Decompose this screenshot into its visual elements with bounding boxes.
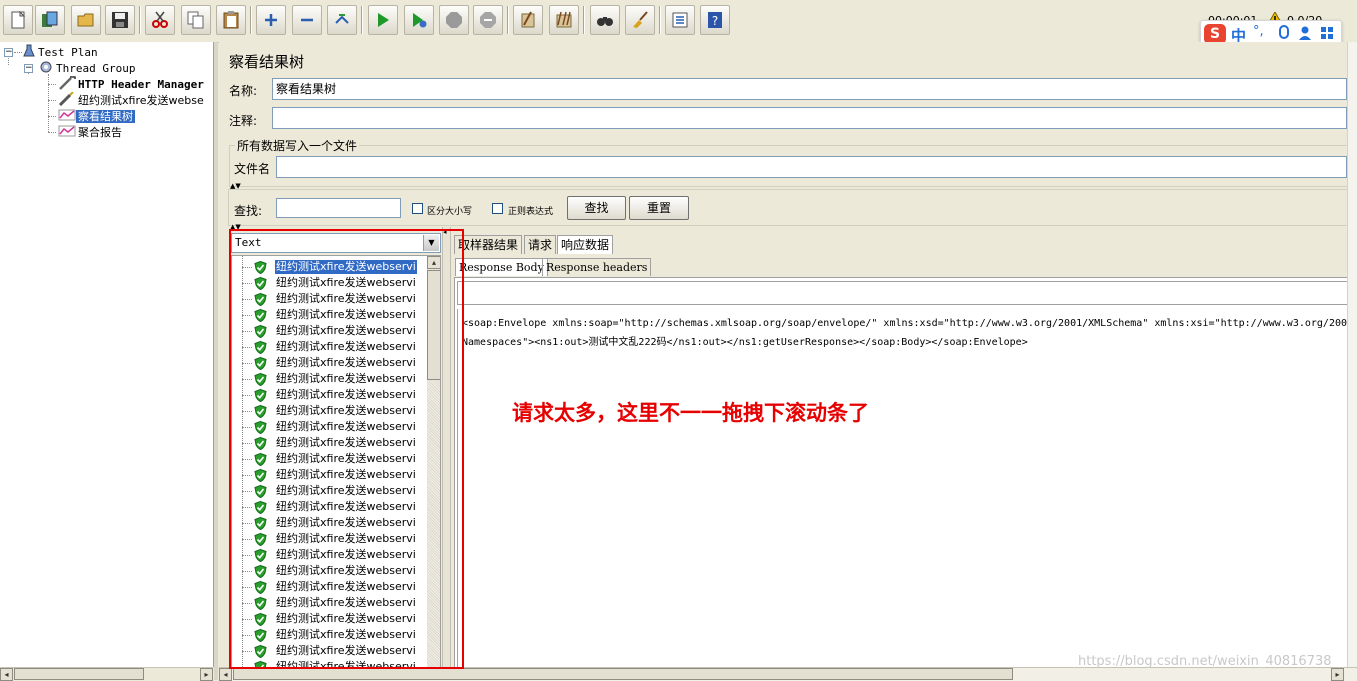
templates-icon[interactable] (35, 5, 65, 35)
help-icon[interactable]: ? (700, 5, 730, 35)
svg-text:?: ? (712, 14, 718, 28)
tree-item-aggregate-report[interactable]: 聚合报告 (58, 124, 124, 140)
scroll-left-button[interactable]: ◂ (0, 668, 13, 681)
tab-sampler-result[interactable]: 取样器结果 (454, 235, 523, 254)
name-label: 名称: (229, 84, 258, 98)
listener-chart-icon (58, 125, 76, 137)
reset-search-icon[interactable] (625, 5, 655, 35)
file-groupbox-legend: 所有数据写入一个文件 (235, 137, 360, 154)
tree-item-http-sampler[interactable]: 纽约测试xfire发送webse (58, 91, 206, 108)
search-label: 查找: (234, 204, 263, 218)
function-helper-icon[interactable] (665, 5, 695, 35)
sogou-logo-icon[interactable]: S (1204, 24, 1226, 44)
paste-icon[interactable] (216, 5, 246, 35)
shutdown-icon[interactable] (473, 5, 503, 35)
main-horizontal-scrollbar[interactable]: ◂ ▸ (219, 667, 1357, 681)
tree-item-label: 察看结果树 (76, 110, 135, 123)
wrench-icon (59, 76, 76, 90)
tree-item-label: 纽约测试xfire发送webse (78, 94, 204, 107)
copy-icon[interactable] (181, 5, 211, 35)
clear-all-icon[interactable] (549, 5, 579, 35)
tree-horizontal-scrollbar[interactable]: ◂ ▸ (0, 667, 213, 681)
tree-collapse-thread-group[interactable]: − (24, 64, 33, 73)
annotation-note: 请求太多，这里不一一拖拽下滚动条了 (512, 401, 869, 425)
response-toolbar (457, 281, 1357, 305)
main-vertical-scrollbar[interactable] (1347, 42, 1357, 680)
tab-request[interactable]: 请求 (524, 235, 557, 254)
tree-item-header-manager[interactable]: HTTP Header Manager (58, 76, 206, 92)
new-icon[interactable] (3, 5, 33, 35)
open-icon[interactable] (71, 5, 101, 35)
user-icon[interactable] (1299, 26, 1311, 40)
tree-item-label: 聚合报告 (78, 126, 122, 139)
tree-item-thread-group[interactable]: Thread Group (38, 60, 137, 76)
tree-item-label: HTTP Header Manager (78, 78, 204, 91)
clear-icon[interactable] (513, 5, 543, 35)
start-no-pause-icon[interactable] (404, 5, 434, 35)
test-plan-tree: − Test Plan − Thread Group HTTP Header M… (0, 42, 214, 667)
grid-icon[interactable] (1321, 27, 1333, 39)
start-icon[interactable] (368, 5, 398, 35)
regex-checkbox[interactable] (492, 203, 503, 214)
test-plan-icon (23, 44, 35, 57)
scroll-thumb[interactable] (14, 668, 144, 680)
tab-response-data[interactable]: 响应数据 (557, 235, 614, 254)
pen-icon (58, 91, 74, 107)
cut-icon[interactable] (145, 5, 175, 35)
case-sensitive-label: 区分大小写 (427, 207, 473, 217)
toolbar: ? 00:00:01 0 0/20 (0, 0, 1357, 43)
tree-item-label: Test Plan (38, 46, 98, 59)
tree-collapse-test-plan[interactable]: − (4, 48, 13, 57)
search-input[interactable] (276, 198, 401, 218)
reset-button[interactable]: 重置 (629, 196, 689, 220)
page-title: 察看结果树 (229, 53, 305, 71)
tab-response-body[interactable]: Response Body (455, 258, 548, 276)
response-data-panel: <soap:Envelope xmlns:soap="http://schema… (454, 277, 1357, 680)
scroll-right-button[interactable]: ▸ (1331, 668, 1344, 681)
watermark: https://blog.csdn.net/weixin_40816738 (1078, 654, 1332, 669)
scroll-left-button[interactable]: ◂ (219, 668, 232, 681)
search-icon[interactable] (590, 5, 620, 35)
save-icon[interactable] (105, 5, 135, 35)
response-line: <soap:Envelope xmlns:soap="http://schema… (462, 318, 1354, 329)
expand-icon[interactable] (256, 5, 286, 35)
listener-chart-icon (58, 109, 76, 121)
comment-field[interactable] (272, 107, 1347, 129)
toggle-icon[interactable] (327, 5, 357, 35)
stop-icon[interactable] (439, 5, 469, 35)
splitter[interactable] (214, 42, 218, 680)
tree-item-test-plan[interactable]: Test Plan (22, 44, 100, 60)
collapse-icon[interactable] (292, 5, 322, 35)
tree-item-view-results-tree[interactable]: 察看结果树 (58, 108, 135, 124)
response-line: Namespaces"><ns1:out>测试中文乱222码</ns1:out>… (462, 337, 1028, 348)
filename-field[interactable] (276, 156, 1347, 178)
tab-response-headers[interactable]: Response headers (542, 258, 652, 276)
gear-icon (40, 61, 52, 73)
ime-punctuation[interactable]: °, (1253, 24, 1264, 39)
filename-label: 文件名 (234, 162, 271, 176)
regex-label: 正则表达式 (508, 207, 554, 217)
scroll-right-button[interactable]: ▸ (200, 668, 213, 681)
find-button[interactable]: 查找 (567, 196, 626, 220)
microphone-icon[interactable] (1279, 25, 1289, 39)
scroll-thumb[interactable] (233, 668, 1013, 680)
name-field[interactable]: 察看结果树 (272, 78, 1347, 100)
comment-label: 注释: (229, 114, 258, 128)
case-sensitive-checkbox[interactable] (412, 203, 423, 214)
response-body-text[interactable]: <soap:Envelope xmlns:soap="http://schema… (457, 309, 1357, 679)
tree-item-label: Thread Group (56, 62, 136, 75)
highlight-box (229, 229, 464, 669)
